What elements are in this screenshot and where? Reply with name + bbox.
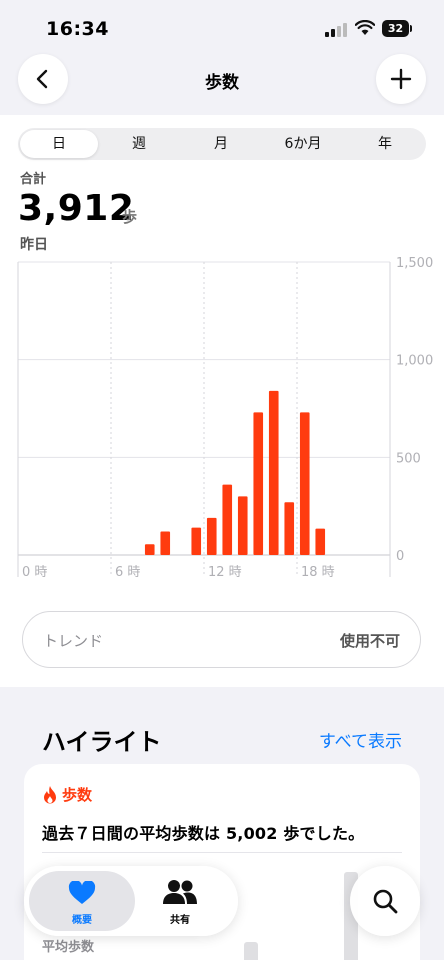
period-segmented-control: 日 週 月 6か月 年 (18, 128, 426, 160)
tab-sharing[interactable]: 共有 (127, 871, 233, 931)
battery-tip (410, 25, 412, 32)
tab-bar: 概要 共有 (24, 866, 238, 936)
status-bar: 16:34 32 (0, 0, 444, 50)
battery-icon: 32 (382, 20, 409, 37)
steps-bar-chart[interactable]: 1,500 1,000 500 0 0 時 6 時 12 時 18 時 (0, 250, 444, 585)
chart-bar (299, 412, 310, 555)
total-unit: 歩 (122, 208, 138, 226)
flame-icon (44, 785, 56, 803)
heart-icon (68, 881, 96, 904)
highlight-card-header: 歩数 (42, 784, 92, 805)
highlights-title: ハイライト (42, 728, 162, 756)
y-tick-label: 1,500 (396, 256, 433, 271)
total-value: 3,912 (18, 188, 135, 229)
tab-summary-label: 概要 (72, 915, 92, 926)
chart-bar (206, 517, 217, 555)
chart-bar (268, 390, 279, 555)
highlight-card-text: 過去７日間の平均歩数は 5,002 歩でした。 (42, 824, 365, 843)
segment-6-months[interactable]: 6か月 (264, 130, 342, 158)
chart-bar (253, 412, 264, 555)
segment-week[interactable]: 週 (100, 130, 178, 158)
plus-icon (390, 68, 412, 90)
wifi-icon (355, 20, 375, 35)
highlight-divider (42, 852, 402, 853)
x-tick-label: 12 時 (208, 565, 242, 580)
chart-bar (315, 528, 326, 555)
tab-sharing-label: 共有 (170, 915, 190, 926)
trend-row[interactable]: トレンド 使用不可 (22, 611, 421, 668)
people-icon (163, 880, 197, 904)
y-tick-label: 0 (396, 549, 404, 564)
chart-bar (144, 544, 155, 555)
chart-bar (284, 502, 295, 555)
chart-bar (237, 496, 248, 555)
total-label: 合計 (20, 172, 47, 187)
show-all-link[interactable]: すべて表示 (319, 727, 402, 752)
x-tick-label: 18 時 (301, 565, 335, 580)
chart-bar (191, 527, 202, 555)
cellular-signal-icon (325, 22, 347, 37)
status-time: 16:34 (46, 18, 109, 40)
chart-bar (160, 531, 171, 555)
x-tick-label: 0 時 (22, 565, 47, 580)
segment-day[interactable]: 日 (20, 130, 98, 158)
chart-bar (222, 484, 233, 555)
y-tick-label: 500 (396, 451, 421, 466)
search-button[interactable] (350, 866, 420, 936)
segment-month[interactable]: 月 (182, 130, 260, 158)
add-button[interactable] (376, 54, 426, 104)
trend-status: 使用不可 (339, 632, 400, 650)
trend-label: トレンド (43, 632, 104, 650)
x-tick-label: 6 時 (115, 565, 140, 580)
highlight-mini-bar (244, 942, 258, 960)
y-tick-label: 1,000 (396, 354, 433, 369)
segment-year[interactable]: 年 (346, 130, 424, 158)
search-icon (373, 889, 398, 914)
tab-summary[interactable]: 概要 (29, 871, 135, 931)
highlight-card-subtitle: 平均歩数 (42, 940, 95, 955)
highlight-card-title: 歩数 (62, 786, 93, 804)
